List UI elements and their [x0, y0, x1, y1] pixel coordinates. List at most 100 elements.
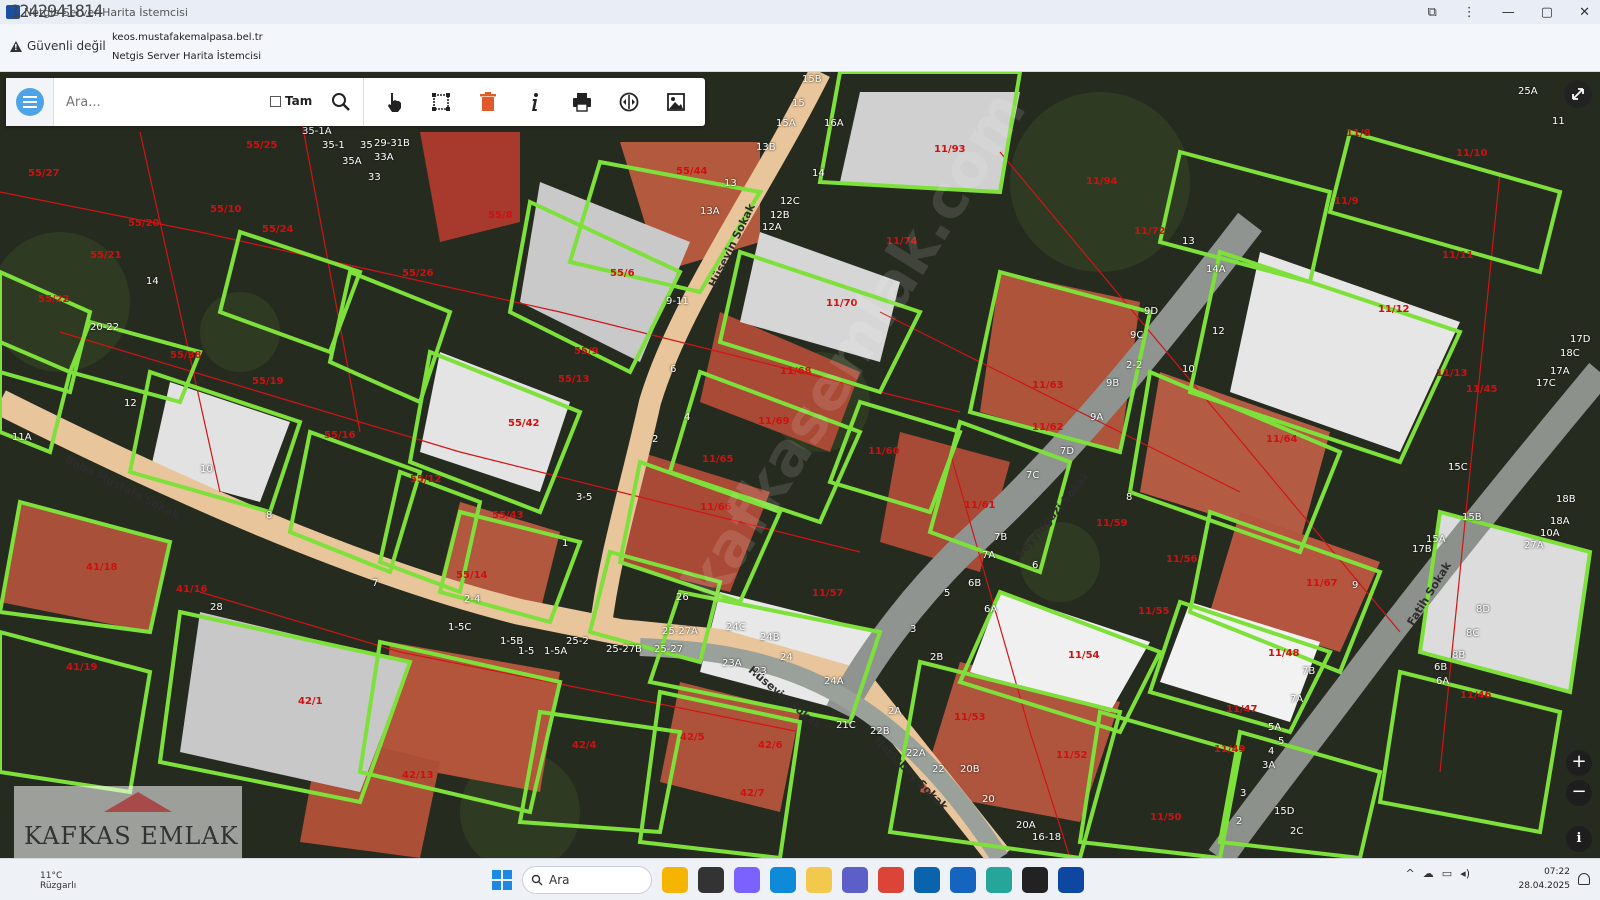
chrome-icon[interactable] [878, 867, 904, 893]
parcel-label[interactable]: 55/19 [252, 376, 283, 387]
camera-app-icon[interactable] [1022, 867, 1048, 893]
parcel-label[interactable]: 11/8 [1346, 128, 1371, 139]
parcel-label[interactable]: 11/57 [812, 588, 843, 599]
close-button[interactable]: ✕ [1579, 5, 1590, 20]
parcel-label[interactable]: 55/20 [128, 218, 159, 229]
parcel-label[interactable]: 55/24 [262, 224, 293, 235]
parcel-label[interactable]: 11/47 [1226, 704, 1257, 715]
parcel-label[interactable]: 11/48 [1268, 648, 1299, 659]
pointer-tool-button[interactable] [370, 78, 417, 126]
parcel-label[interactable]: 42/5 [680, 732, 705, 743]
monitor-icon[interactable]: ▭ [1442, 867, 1452, 880]
zoom-out-button[interactable]: − [1566, 780, 1592, 806]
parcel-label[interactable]: 11/60 [868, 446, 899, 457]
parcel-label[interactable]: 11/56 [1166, 554, 1197, 565]
extensions-icon[interactable]: ⧉ [1428, 5, 1437, 20]
parcel-label[interactable]: 42/6 [758, 740, 783, 751]
parcel-label[interactable]: 55/38 [170, 350, 201, 361]
weather-app-icon[interactable] [662, 867, 688, 893]
copilot-icon[interactable] [734, 867, 760, 893]
map-info-button[interactable]: i [1566, 826, 1592, 852]
parcel-label[interactable]: 41/19 [66, 662, 97, 673]
parcel-label[interactable]: 55/27 [28, 168, 59, 179]
parcel-label[interactable]: 11/62 [1032, 422, 1063, 433]
parcel-label[interactable]: 55/16 [324, 430, 355, 441]
map-canvas[interactable]: Baba Mustafa Sokak Hüseyin Sokak Seyyidg… [0, 72, 1600, 858]
parcel-label[interactable]: 11/49 [1214, 744, 1245, 755]
parcel-label[interactable]: 55/22 [38, 294, 69, 305]
outlook-icon[interactable] [914, 867, 940, 893]
netgis-app-icon[interactable] [1058, 867, 1084, 893]
task-view-icon[interactable] [698, 867, 724, 893]
tam-checkbox[interactable]: Tam [270, 94, 312, 108]
network-app-icon[interactable] [986, 867, 1012, 893]
volume-icon[interactable]: ◂) [1460, 867, 1470, 880]
maximize-button[interactable]: ▢ [1541, 5, 1553, 20]
parcel-label[interactable]: 42/7 [740, 788, 765, 799]
parcel-label[interactable]: 11/9 [1334, 196, 1359, 207]
parcel-label[interactable]: 11/94 [1086, 176, 1117, 187]
parcel-label[interactable]: 11/59 [1096, 518, 1127, 529]
parcel-label[interactable]: 55/43 [492, 510, 523, 521]
parcel-label[interactable]: 11/61 [964, 500, 995, 511]
weather-widget[interactable]: 11°C Rüzgarlı [40, 871, 76, 891]
checkbox-icon[interactable] [270, 95, 281, 107]
parcel-label[interactable]: 11/45 [1466, 384, 1497, 395]
parcel-label[interactable]: 11/54 [1068, 650, 1099, 661]
menu-button[interactable] [6, 78, 54, 126]
search-input[interactable] [66, 90, 256, 114]
parcel-label[interactable]: 11/52 [1056, 750, 1087, 761]
fullscreen-button[interactable] [1564, 80, 1592, 108]
parcel-label[interactable]: 55/21 [90, 250, 121, 261]
parcel-label[interactable]: 55/14 [456, 570, 487, 581]
parcel-label[interactable]: 11/10 [1456, 148, 1487, 159]
store-icon[interactable] [950, 867, 976, 893]
print-tool-button[interactable] [558, 78, 605, 126]
taskbar-search[interactable]: Ara [522, 866, 652, 894]
teams-icon[interactable] [842, 867, 868, 893]
parcel-label[interactable]: 11/55 [1138, 606, 1169, 617]
parcel-label[interactable]: 55/44 [676, 166, 707, 177]
clock[interactable]: 07:22 28.04.2025 [1518, 865, 1570, 893]
parcel-label[interactable]: 55/13 [558, 374, 589, 385]
parcel-label[interactable]: 11/53 [954, 712, 985, 723]
zoom-in-button[interactable]: + [1566, 750, 1592, 776]
parcel-label[interactable]: 55/26 [402, 268, 433, 279]
parcel-label[interactable]: 11/46 [1460, 690, 1491, 701]
start-button[interactable] [492, 870, 512, 890]
edge-browser-icon[interactable] [770, 867, 796, 893]
search-icon[interactable] [330, 91, 352, 113]
parcel-label[interactable]: 11/50 [1150, 812, 1181, 823]
parcel-label[interactable]: 11/72 [1134, 226, 1165, 237]
parcel-label[interactable]: 41/16 [176, 584, 207, 595]
minimize-button[interactable]: — [1502, 5, 1515, 20]
parcel-label[interactable]: 11/11 [1442, 250, 1473, 261]
parcel-label[interactable]: 55/10 [210, 204, 241, 215]
delete-tool-button[interactable] [464, 78, 511, 126]
parcel-label[interactable]: 41/18 [86, 562, 117, 573]
more-menu-icon[interactable]: ⋮ [1463, 5, 1476, 20]
notification-bell-icon[interactable] [1578, 873, 1590, 885]
info-tool-button[interactable] [511, 78, 558, 126]
parcel-label[interactable]: 55/12 [410, 474, 441, 485]
parcel-label[interactable]: 55/9 [574, 346, 599, 357]
image-export-tool-button[interactable] [652, 78, 699, 126]
measure-tool-button[interactable] [605, 78, 652, 126]
parcel-label[interactable]: 55/6 [610, 268, 635, 279]
parcel-label[interactable]: 42/4 [572, 740, 597, 751]
chevron-up-icon[interactable]: ^ [1406, 867, 1415, 880]
file-explorer-icon[interactable] [806, 867, 832, 893]
parcel-label[interactable]: 11/63 [1032, 380, 1063, 391]
parcel-label[interactable]: 11/67 [1306, 578, 1337, 589]
parcel-label[interactable]: 11/13 [1436, 368, 1467, 379]
url-text[interactable]: keos.mustafakemalpasa.bel.tr [112, 32, 263, 43]
parcel-label[interactable]: 55/25 [246, 140, 277, 151]
security-indicator[interactable]: Güvenli değil [10, 39, 106, 53]
parcel-label[interactable]: 55/8 [488, 210, 513, 221]
parcel-label[interactable]: 55/42 [508, 418, 539, 429]
parcel-label[interactable]: 11/12 [1378, 304, 1409, 315]
parcel-label[interactable]: 11/65 [702, 454, 733, 465]
select-box-tool-button[interactable] [417, 78, 464, 126]
parcel-label[interactable]: 11/64 [1266, 434, 1297, 445]
cloud-icon[interactable]: ☁ [1423, 867, 1434, 880]
